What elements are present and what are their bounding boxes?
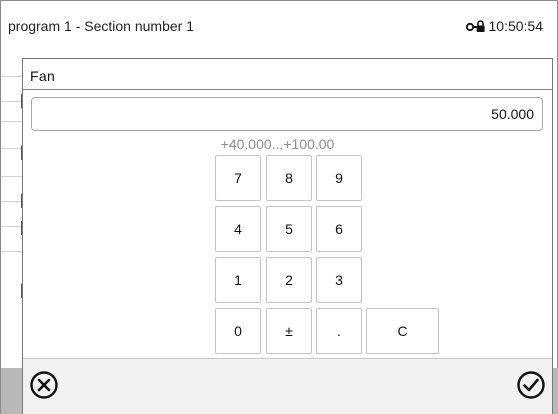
- key-0[interactable]: 0: [215, 308, 261, 354]
- key-3[interactable]: 3: [316, 257, 362, 303]
- background-divider: [1, 121, 23, 122]
- status-info: 10:50:54: [465, 18, 544, 34]
- background-divider: [1, 148, 23, 149]
- key-1[interactable]: 1: [215, 257, 261, 303]
- window-title: program 1 - Section number 1: [8, 18, 194, 34]
- key-plus-minus[interactable]: ±: [266, 308, 312, 354]
- background-divider: [1, 76, 23, 77]
- background-divider: [1, 226, 23, 227]
- key-decimal-point[interactable]: .: [316, 308, 362, 354]
- key-9[interactable]: 9: [316, 155, 362, 201]
- value-input[interactable]: 50.000: [31, 97, 543, 131]
- status-bar: program 1 - Section number 1 10:50:54: [0, 0, 558, 46]
- cancel-circle-icon: [30, 371, 58, 399]
- title-divider: [23, 89, 552, 90]
- range-hint: +40.000...+100.00: [220, 136, 335, 152]
- key-5[interactable]: 5: [266, 206, 312, 252]
- background-divider: [1, 176, 23, 177]
- key-lock-icon: [465, 20, 485, 32]
- key-clear[interactable]: C: [366, 308, 439, 354]
- background-divider: [1, 201, 23, 202]
- background-divider: [1, 251, 23, 252]
- confirm-check-circle-icon: [517, 371, 545, 399]
- value-entry-dialog: Fan 50.000 +40.000...+100.00 7 8 9 4 5 6…: [22, 58, 553, 414]
- key-6[interactable]: 6: [316, 206, 362, 252]
- background-divider: [1, 101, 23, 102]
- clock: 10:50:54: [488, 18, 544, 34]
- key-8[interactable]: 8: [266, 155, 312, 201]
- confirm-button[interactable]: [514, 368, 548, 402]
- dialog-title: Fan: [30, 68, 56, 84]
- key-2[interactable]: 2: [266, 257, 312, 303]
- key-4[interactable]: 4: [215, 206, 261, 252]
- key-7[interactable]: 7: [215, 155, 261, 201]
- dialog-footer: [23, 358, 552, 414]
- cancel-button[interactable]: [27, 368, 61, 402]
